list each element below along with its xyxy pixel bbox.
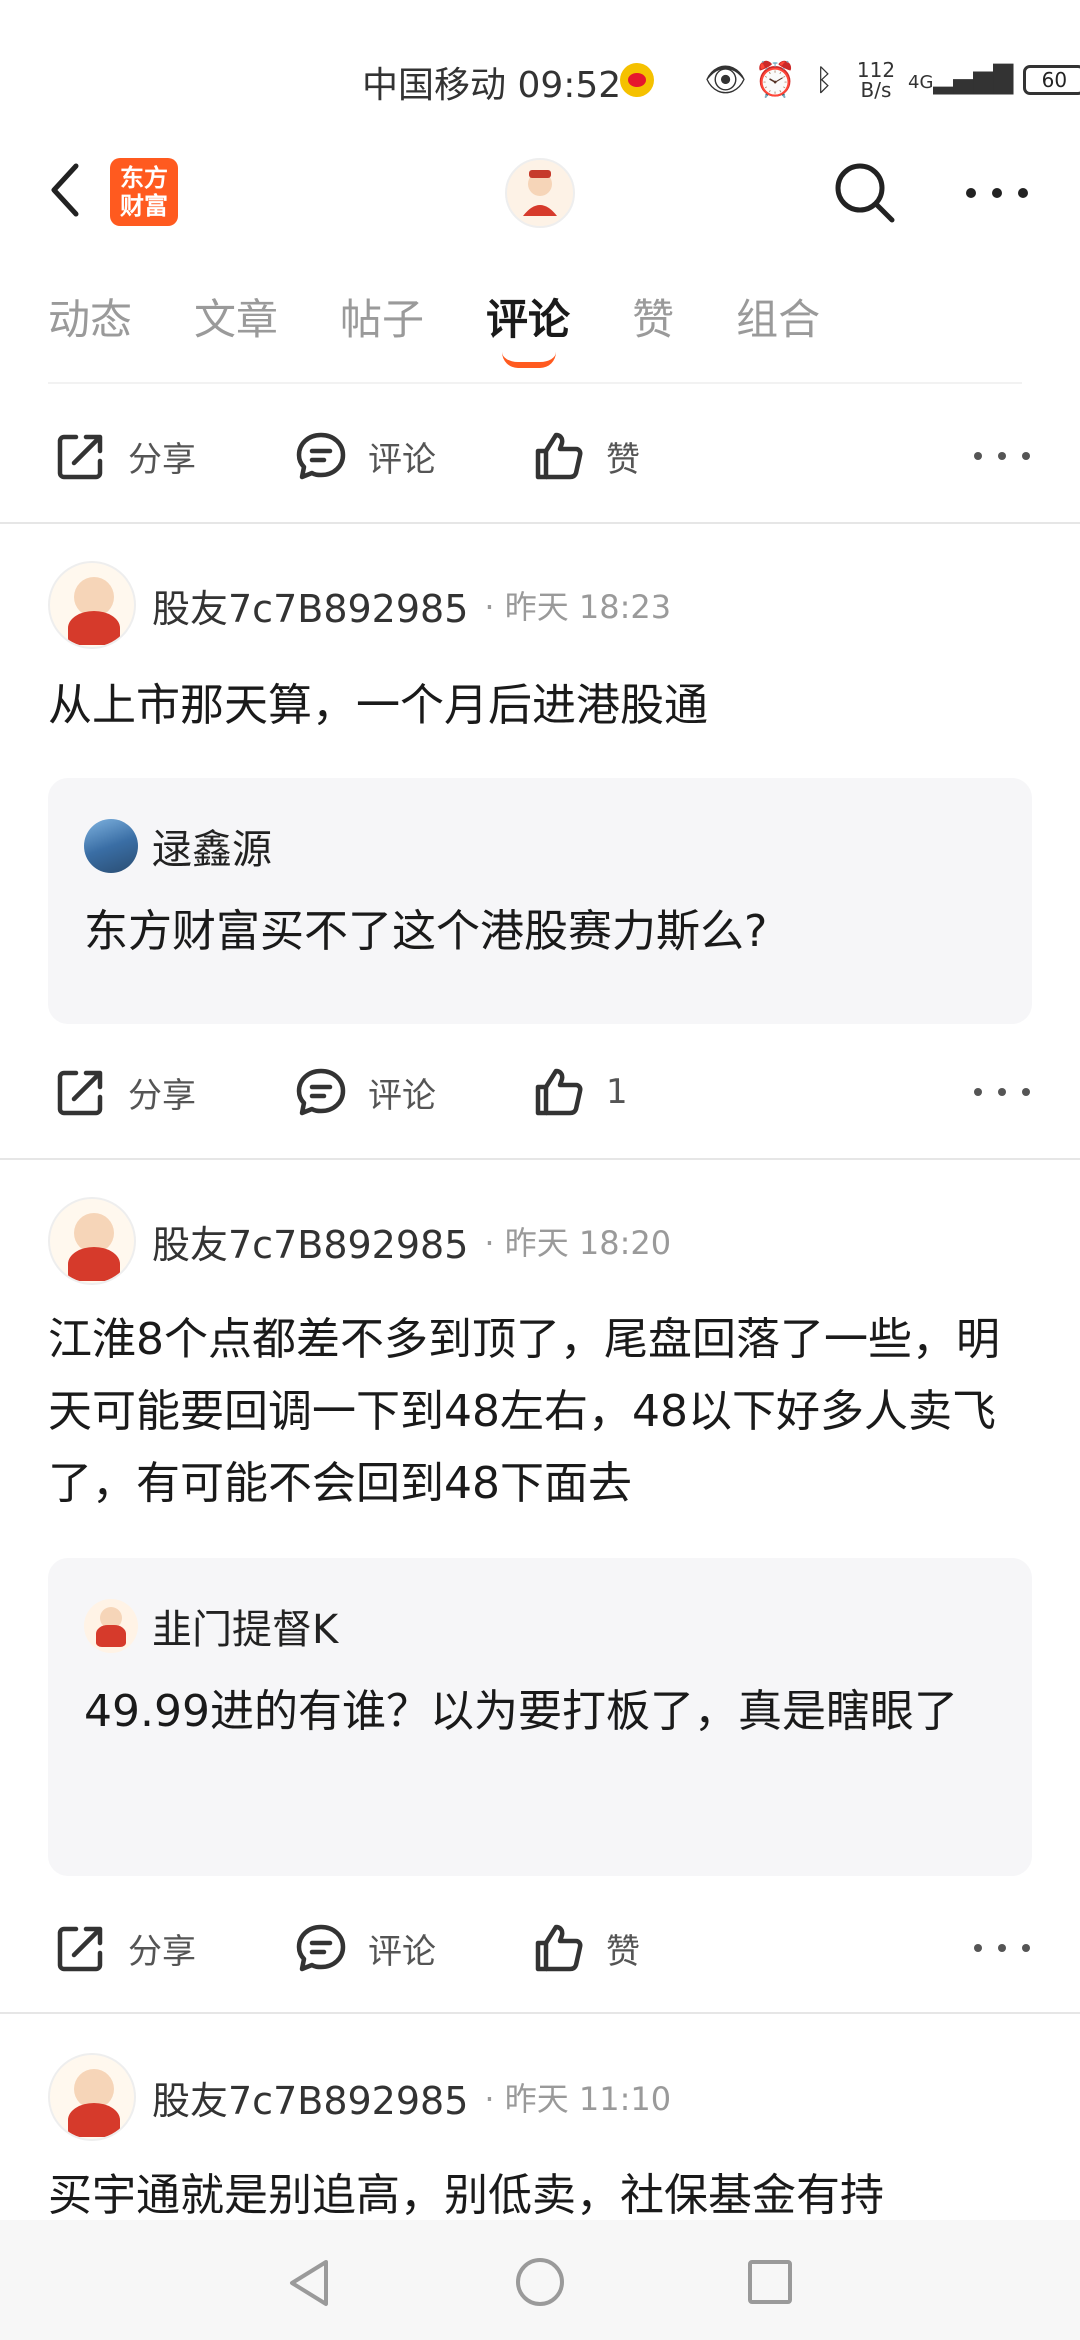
post-header: 股友7c7B892985 · 昨天 18:20 xyxy=(48,1196,671,1286)
share-label: 分享 xyxy=(128,1075,196,1116)
separator xyxy=(0,2012,1080,2014)
action-row: 分享 评论 赞 xyxy=(0,416,1080,496)
thumbs-up-icon xyxy=(535,1924,583,1972)
status-bar: 中国移动 09:52 👁 ⏰ ᛒ 112 B/s 4G▂▄▆█ 60 xyxy=(0,0,1080,150)
comment-icon xyxy=(296,1924,346,1972)
comment-icon xyxy=(296,432,346,480)
more-options-icon[interactable] xyxy=(974,416,1030,496)
comment-label: 评论 xyxy=(368,1075,436,1116)
more-options-icon[interactable] xyxy=(974,1908,1030,1988)
comment-icon xyxy=(296,1068,346,1116)
cartoon-avatar-icon xyxy=(523,170,557,216)
comment-label: 评论 xyxy=(368,1931,436,1972)
thumbs-up-icon xyxy=(535,432,583,480)
user-avatar[interactable] xyxy=(48,2053,136,2141)
share-button[interactable]: 分享 xyxy=(52,416,196,496)
share-button[interactable]: 分享 xyxy=(52,1908,196,1988)
separator xyxy=(0,522,1080,524)
post-header: 股友7c7B892985 · 昨天 11:10 xyxy=(48,2052,671,2142)
quote-header: 韭门提督K xyxy=(84,1598,338,1654)
tab-posts[interactable]: 帖子 xyxy=(340,280,424,360)
profile-tabs: 动态 文章 帖子 评论 赞 组合 xyxy=(48,280,882,368)
search-icon[interactable] xyxy=(830,158,900,228)
post-body[interactable]: 江淮8个点都差不多到顶了，尾盘回落了一些，明天可能要回调一下到48左右，48以下… xyxy=(48,1304,1038,1520)
post-header: 股友7c7B892985 · 昨天 18:23 xyxy=(48,560,671,650)
thumbs-up-icon xyxy=(535,1068,583,1116)
action-row: 分享 评论 赞 xyxy=(0,1908,1080,1988)
tab-articles[interactable]: 文章 xyxy=(194,280,278,360)
like-button[interactable]: 1 xyxy=(530,1052,628,1132)
eye-icon: 👁 xyxy=(704,60,748,100)
like-button[interactable]: 赞 xyxy=(530,1908,640,1988)
back-arrow-icon[interactable] xyxy=(44,160,88,220)
nav-recent-apps-icon[interactable] xyxy=(748,2260,792,2304)
more-options-icon[interactable] xyxy=(966,178,1028,208)
system-nav-bar xyxy=(0,2220,1080,2340)
network-type: 4G xyxy=(908,72,934,93)
alarm-icon: ⏰ xyxy=(754,60,797,100)
brand-logo-line2: 财富 xyxy=(120,192,168,220)
quote-avatar xyxy=(84,1599,138,1653)
battery-level: 60 xyxy=(1041,68,1068,92)
separator xyxy=(0,1158,1080,1160)
post-time: · 昨天 18:23 xyxy=(484,588,672,626)
share-label: 分享 xyxy=(128,439,196,480)
comment-button[interactable]: 评论 xyxy=(292,1052,436,1132)
like-label: 赞 xyxy=(606,1931,640,1972)
post-time: · 昨天 18:20 xyxy=(484,1224,672,1262)
nav-back-icon[interactable] xyxy=(286,2258,332,2308)
post-body[interactable]: 从上市那天算，一个月后进港股通 xyxy=(48,670,1038,742)
quoted-comment[interactable]: 韭门提督K 49.99进的有谁？以为要打板了，真是瞎眼了 xyxy=(48,1558,1032,1876)
username[interactable]: 股友7c7B892985 xyxy=(152,1214,468,1269)
profile-avatar[interactable] xyxy=(505,158,575,228)
user-avatar[interactable] xyxy=(48,1197,136,1285)
share-label: 分享 xyxy=(128,1931,196,1972)
brand-logo-line1: 东方 xyxy=(120,164,168,192)
tab-dynamics[interactable]: 动态 xyxy=(48,280,132,360)
net-speed-unit: B/s xyxy=(860,78,892,102)
quote-username: 韭门提督K xyxy=(152,1607,339,1653)
quote-text: 49.99进的有谁？以为要打板了，真是瞎眼了 xyxy=(84,1686,958,1737)
quote-header: 逯鑫源 xyxy=(84,818,272,874)
signal-icon: 4G▂▄▆█ xyxy=(908,65,1014,95)
quote-avatar xyxy=(84,819,138,873)
share-button[interactable]: 分享 xyxy=(52,1052,196,1132)
bluetooth-icon: ᛒ xyxy=(815,62,833,98)
tab-divider xyxy=(48,382,1022,384)
comment-button[interactable]: 评论 xyxy=(292,1908,436,1988)
username[interactable]: 股友7c7B892985 xyxy=(152,578,468,633)
carrier-time: 中国移动 09:52 xyxy=(362,65,622,106)
tab-likes[interactable]: 赞 xyxy=(632,280,674,360)
more-options-icon[interactable] xyxy=(974,1052,1030,1132)
quoted-comment[interactable]: 逯鑫源 东方财富买不了这个港股赛力斯么? xyxy=(48,778,1032,1024)
tab-comments[interactable]: 评论 xyxy=(486,280,570,368)
quote-text: 东方财富买不了这个港股赛力斯么? xyxy=(84,906,768,957)
share-icon xyxy=(57,434,103,480)
action-row: 分享 评论 1 xyxy=(0,1052,1080,1132)
comment-label: 评论 xyxy=(368,439,436,480)
brand-logo[interactable]: 东方 财富 xyxy=(110,158,178,226)
weibo-notification-icon xyxy=(620,63,654,97)
like-count: 1 xyxy=(606,1072,628,1112)
net-speed-value: 112 xyxy=(856,58,896,82)
status-icons: 👁 ⏰ ᛒ 112 B/s 4G▂▄▆█ 60 xyxy=(620,56,1080,104)
tab-portfolio[interactable]: 组合 xyxy=(736,280,820,360)
net-speed: 112 B/s xyxy=(854,60,898,100)
battery-icon: 60 xyxy=(1023,65,1080,95)
like-button[interactable]: 赞 xyxy=(530,416,640,496)
share-icon xyxy=(57,1070,103,1116)
nav-home-icon[interactable] xyxy=(516,2258,564,2306)
share-icon xyxy=(57,1926,103,1972)
post-time: · 昨天 11:10 xyxy=(484,2080,672,2118)
username[interactable]: 股友7c7B892985 xyxy=(152,2070,468,2125)
quote-username: 逯鑫源 xyxy=(152,827,272,873)
like-label: 赞 xyxy=(606,439,640,480)
comment-button[interactable]: 评论 xyxy=(292,416,436,496)
user-avatar[interactable] xyxy=(48,561,136,649)
